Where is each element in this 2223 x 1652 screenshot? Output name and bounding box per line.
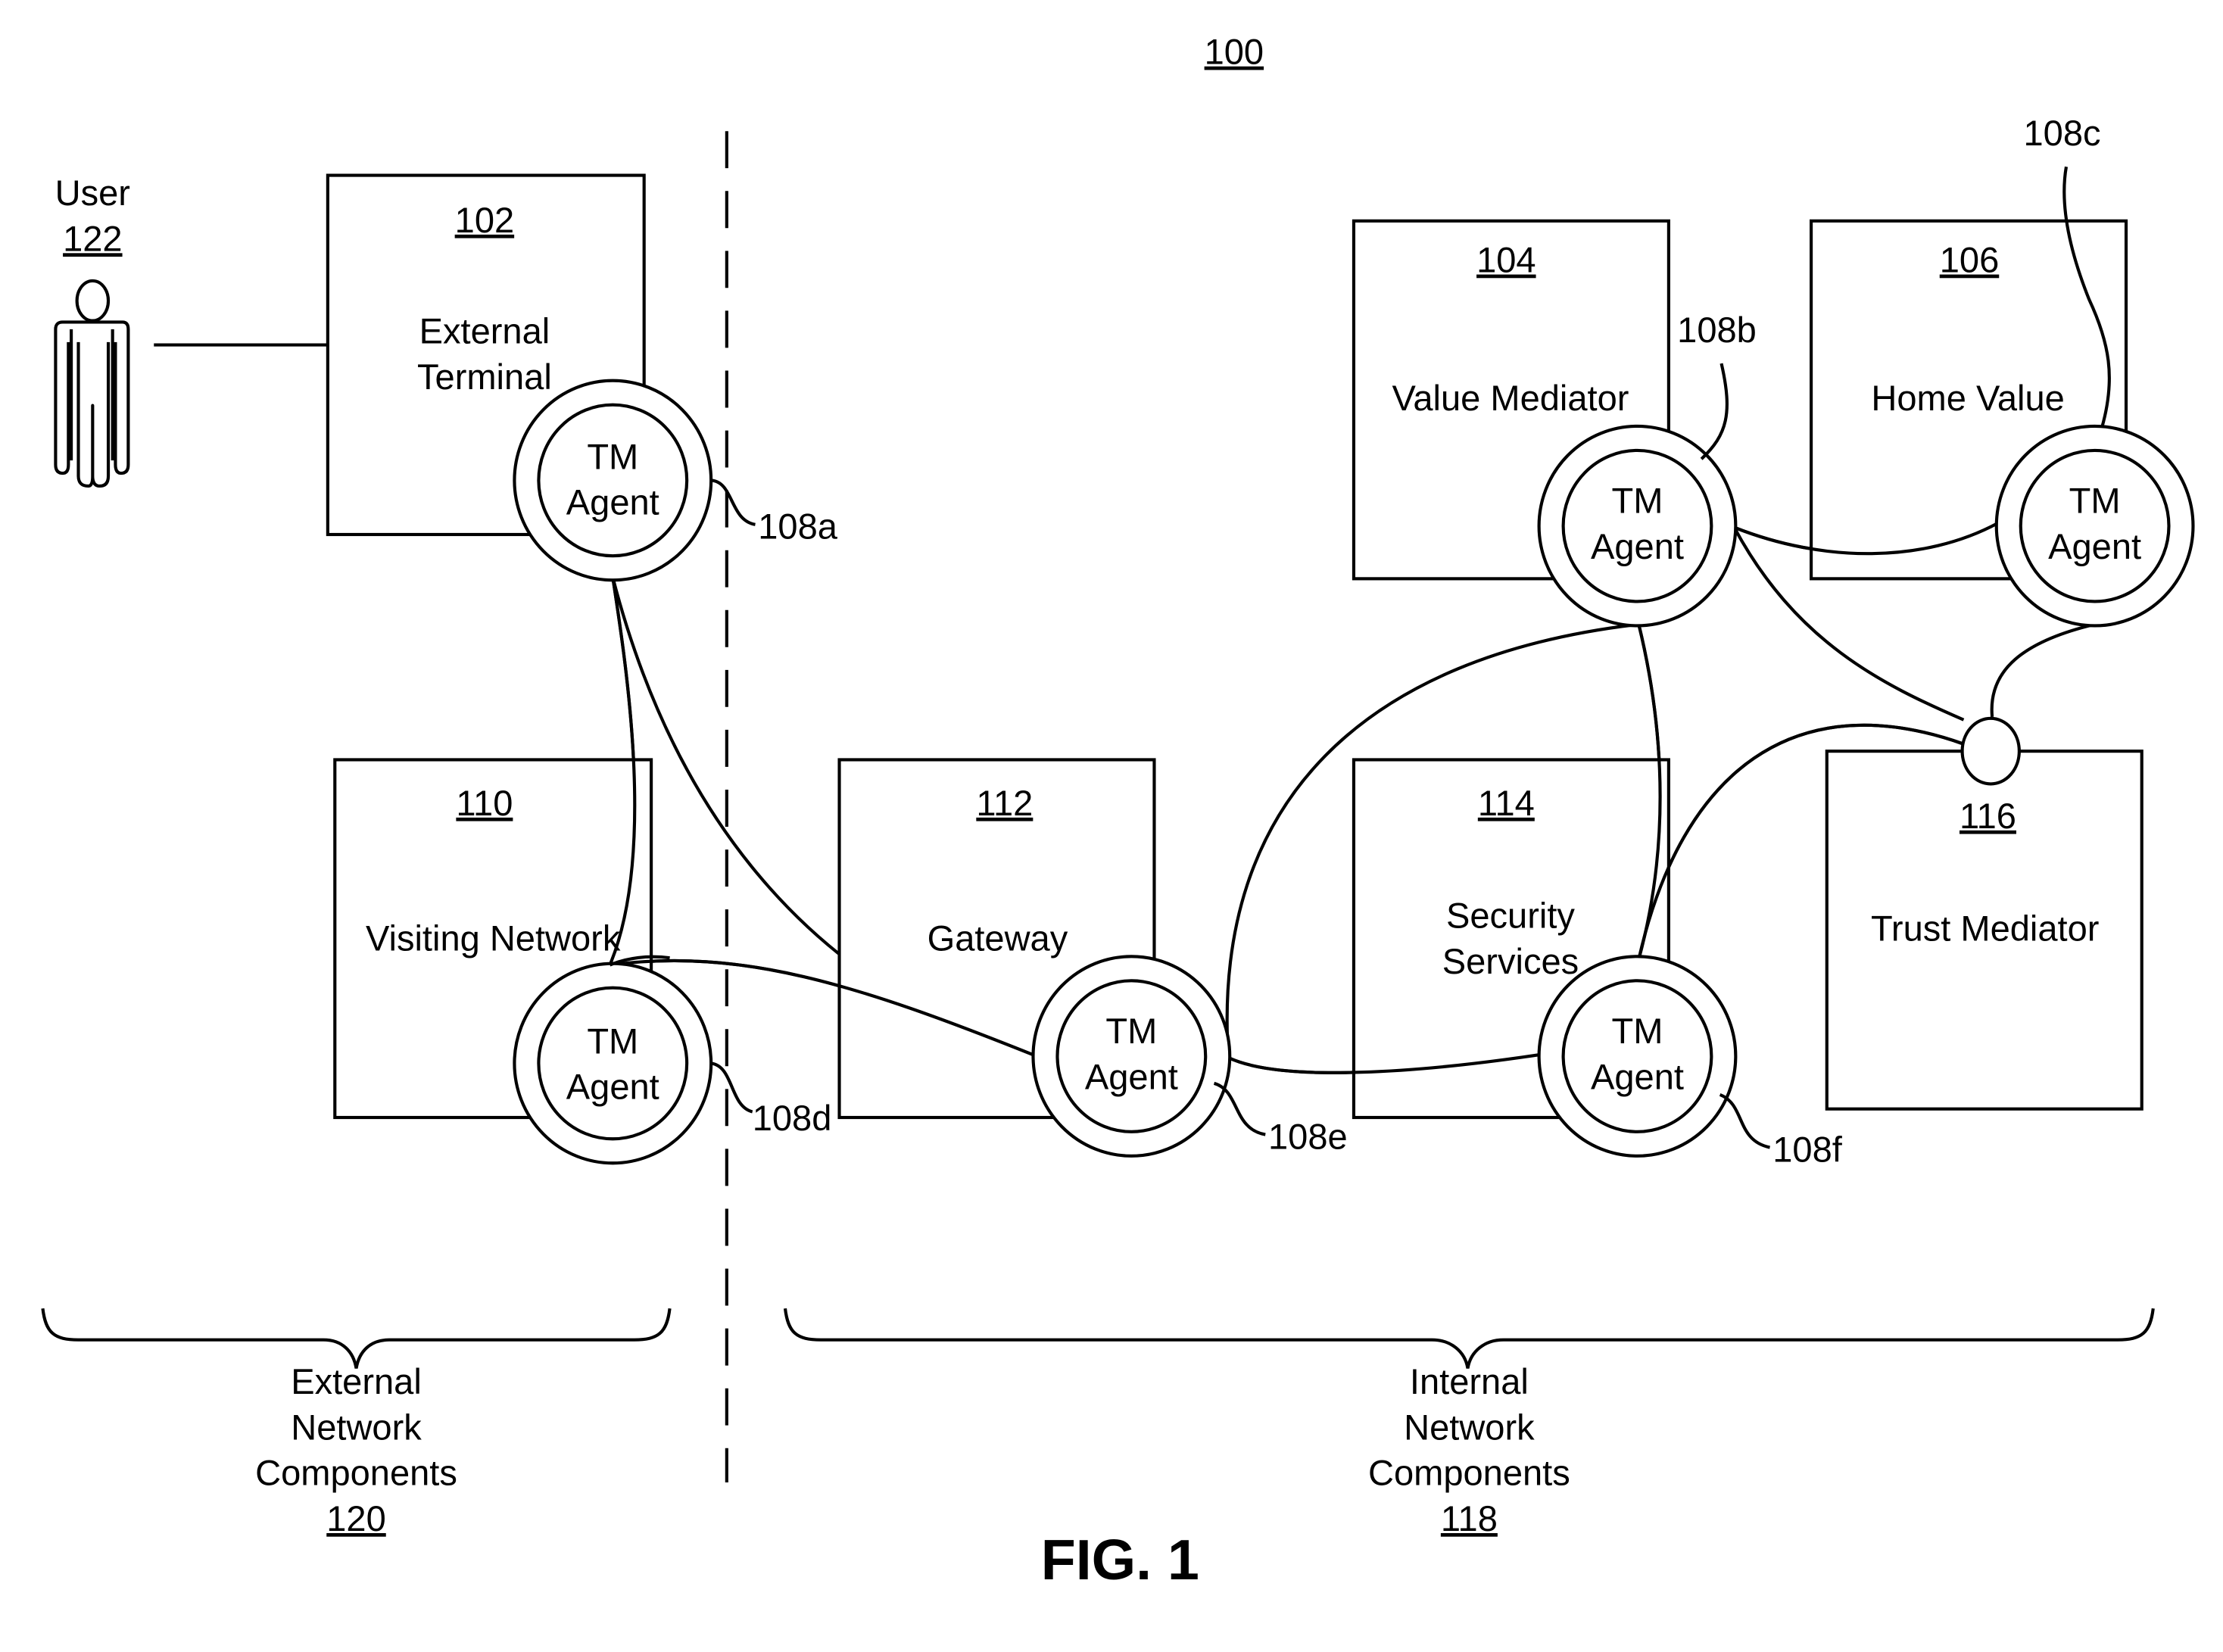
agent-ref-108e: 108e	[1268, 1116, 1348, 1156]
tm-agent-108e: TM Agent	[1031, 955, 1232, 1158]
gateway-label: Gateway	[928, 918, 1068, 958]
trust-mediator-system-diagram: 100 User 122 102 External Terminal 104 V…	[41, 32, 2195, 1591]
visiting-network-label: Visiting Network	[366, 918, 621, 958]
trust-mediator-node	[1960, 716, 2021, 786]
gateway-ref: 112	[976, 783, 1033, 823]
svg-text:Components: Components	[255, 1453, 457, 1493]
security-services-label-line1: Security	[1446, 896, 1575, 936]
tm-agent-108c: TM Agent	[1994, 424, 2195, 628]
agent-ref-108d: 108d	[753, 1098, 832, 1138]
trust-mediator-box: 116 Trust Mediator	[1825, 750, 2143, 1111]
svg-text:Components: Components	[1368, 1453, 1570, 1493]
external-components-brace	[41, 1308, 672, 1369]
svg-text:Agent: Agent	[566, 1067, 659, 1107]
trust-mediator-label: Trust Mediator	[1871, 909, 2099, 949]
security-services-ref: 114	[1478, 783, 1535, 823]
external-terminal-label-line1: External	[419, 311, 550, 351]
external-terminal-label-line2: Terminal	[417, 357, 552, 397]
value-mediator-ref: 104	[1476, 240, 1536, 280]
value-mediator-label: Value Mediator	[1392, 378, 1629, 418]
svg-text:TM: TM	[587, 436, 638, 476]
figure-caption: FIG. 1	[1041, 1528, 1199, 1591]
link-108c-116	[1990, 622, 2096, 718]
svg-text:TM: TM	[1612, 1011, 1663, 1051]
leader-108f	[1719, 1093, 1770, 1149]
svg-text:Network: Network	[1404, 1407, 1535, 1447]
agent-ref-108b: 108b	[1677, 310, 1757, 350]
svg-text:TM: TM	[1612, 481, 1663, 521]
svg-text:120: 120	[326, 1498, 385, 1538]
svg-text:Internal: Internal	[1410, 1361, 1529, 1401]
external-terminal-ref: 102	[455, 200, 514, 240]
external-components-label: External Network Components 120	[255, 1361, 457, 1538]
svg-text:TM: TM	[587, 1021, 638, 1061]
tm-agent-108a: TM Agent	[513, 379, 713, 582]
figure-ref: 100	[1205, 32, 1264, 72]
agent-ref-108a: 108a	[758, 507, 837, 547]
svg-text:Agent: Agent	[2048, 526, 2141, 566]
leader-108d	[710, 1061, 753, 1114]
svg-text:Network: Network	[291, 1407, 422, 1447]
trust-mediator-ref: 116	[1960, 796, 2016, 836]
user-ref: 122	[63, 218, 122, 258]
leader-108b	[1700, 363, 1729, 460]
svg-text:TM: TM	[1105, 1011, 1157, 1051]
tm-agent-108f: TM Agent	[1537, 955, 1738, 1158]
svg-text:External: External	[291, 1361, 422, 1401]
svg-text:Agent: Agent	[566, 482, 659, 522]
svg-text:TM: TM	[2069, 481, 2121, 521]
security-services-label-line2: Services	[1442, 941, 1579, 981]
internal-components-label: Internal Network Components 118	[1368, 1361, 1570, 1538]
home-value-ref: 106	[1940, 240, 1999, 280]
internal-components-brace	[783, 1308, 2155, 1369]
home-value-label: Home Value	[1871, 378, 2064, 418]
user-label: User	[55, 173, 130, 213]
svg-text:Agent: Agent	[1085, 1056, 1178, 1096]
agent-ref-108f: 108f	[1772, 1129, 1842, 1169]
user-figure: User 122	[54, 173, 130, 488]
svg-text:Agent: Agent	[1591, 526, 1684, 566]
visiting-network-ref: 110	[456, 783, 513, 823]
leader-108a	[710, 478, 756, 526]
tm-agent-108d: TM Agent	[513, 962, 713, 1165]
person-icon	[54, 279, 130, 488]
agent-ref-108c: 108c	[2024, 113, 2101, 153]
svg-text:118: 118	[1441, 1498, 1498, 1538]
svg-text:Agent: Agent	[1591, 1056, 1684, 1096]
